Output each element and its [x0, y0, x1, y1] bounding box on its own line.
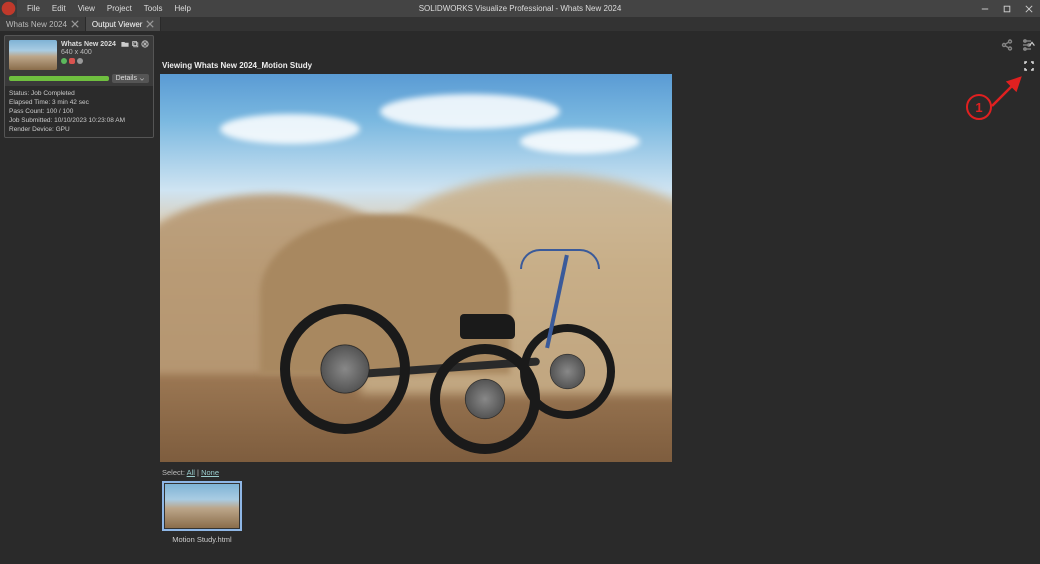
details-button[interactable]: Details: [112, 74, 149, 83]
select-none-link[interactable]: None: [201, 468, 219, 477]
menu-project[interactable]: Project: [101, 0, 138, 17]
app-icon: [0, 0, 17, 17]
viewer-toolbar: [158, 31, 1040, 59]
select-all-link[interactable]: All: [187, 468, 195, 477]
progress-bar: [9, 76, 109, 81]
meta-elapsed: Elapsed Time: 3 min 42 sec: [9, 98, 149, 107]
render-preview[interactable]: [160, 74, 672, 462]
viewer-pane: Viewing Whats New 2024_Motion Study Sele…: [158, 31, 1040, 564]
folder-icon[interactable]: [121, 40, 129, 48]
minimize-button[interactable]: [974, 0, 996, 17]
menu-tools[interactable]: Tools: [138, 0, 169, 17]
output-thumbnail[interactable]: [162, 481, 242, 531]
close-icon[interactable]: [71, 20, 79, 28]
menu-bar: File Edit View Project Tools Help: [21, 0, 197, 17]
delete-icon[interactable]: [141, 40, 149, 48]
close-button[interactable]: [1018, 0, 1040, 17]
tab-output-viewer[interactable]: Output Viewer: [86, 17, 162, 31]
status-indicators: [61, 58, 149, 64]
menu-file[interactable]: File: [21, 0, 46, 17]
title-bar: File Edit View Project Tools Help SOLIDW…: [0, 0, 1040, 17]
status-dot-stop: [69, 58, 75, 64]
job-thumbnail: [9, 40, 57, 70]
viewer-header: Viewing Whats New 2024_Motion Study: [158, 59, 1040, 72]
copy-icon[interactable]: [131, 40, 139, 48]
collapse-caret-icon[interactable]: [1028, 35, 1036, 53]
status-dot-success: [61, 58, 67, 64]
meta-status: Status: Job Completed: [9, 89, 149, 98]
share-icon[interactable]: [1000, 38, 1014, 52]
menu-edit[interactable]: Edit: [46, 0, 72, 17]
maximize-button[interactable]: [996, 0, 1018, 17]
job-metadata: Status: Job Completed Elapsed Time: 3 mi…: [5, 86, 153, 137]
job-dimensions: 640 x 400: [61, 49, 149, 56]
close-icon[interactable]: [146, 20, 154, 28]
tab-label: Whats New 2024: [6, 20, 67, 29]
main-area: Whats New 2024 640 x 400: [0, 31, 1040, 564]
menu-help[interactable]: Help: [168, 0, 196, 17]
meta-device: Render Device: GPU: [9, 125, 149, 134]
tab-strip: Whats New 2024 Output Viewer: [0, 17, 1040, 31]
fullscreen-icon[interactable]: [1024, 61, 1034, 71]
tab-label: Output Viewer: [92, 20, 143, 29]
status-dot-idle: [77, 58, 83, 64]
window-controls: [974, 0, 1040, 17]
job-title: Whats New 2024: [61, 41, 119, 48]
job-panel: Whats New 2024 640 x 400: [0, 31, 158, 564]
select-row: Select: All | None: [158, 468, 1040, 477]
tab-project[interactable]: Whats New 2024: [0, 17, 86, 31]
viewer-heading: Viewing Whats New 2024_Motion Study: [162, 61, 312, 70]
meta-submitted: Job Submitted: 10/10/2023 10:23:08 AM: [9, 116, 149, 125]
menu-view[interactable]: View: [72, 0, 101, 17]
thumbnail-label: Motion Study.html: [162, 535, 242, 544]
rendered-trike: [280, 244, 600, 444]
job-card[interactable]: Whats New 2024 640 x 400: [4, 35, 154, 138]
meta-pass: Pass Count: 100 / 100: [9, 107, 149, 116]
thumbnail-row: Motion Study.html: [158, 481, 1040, 544]
